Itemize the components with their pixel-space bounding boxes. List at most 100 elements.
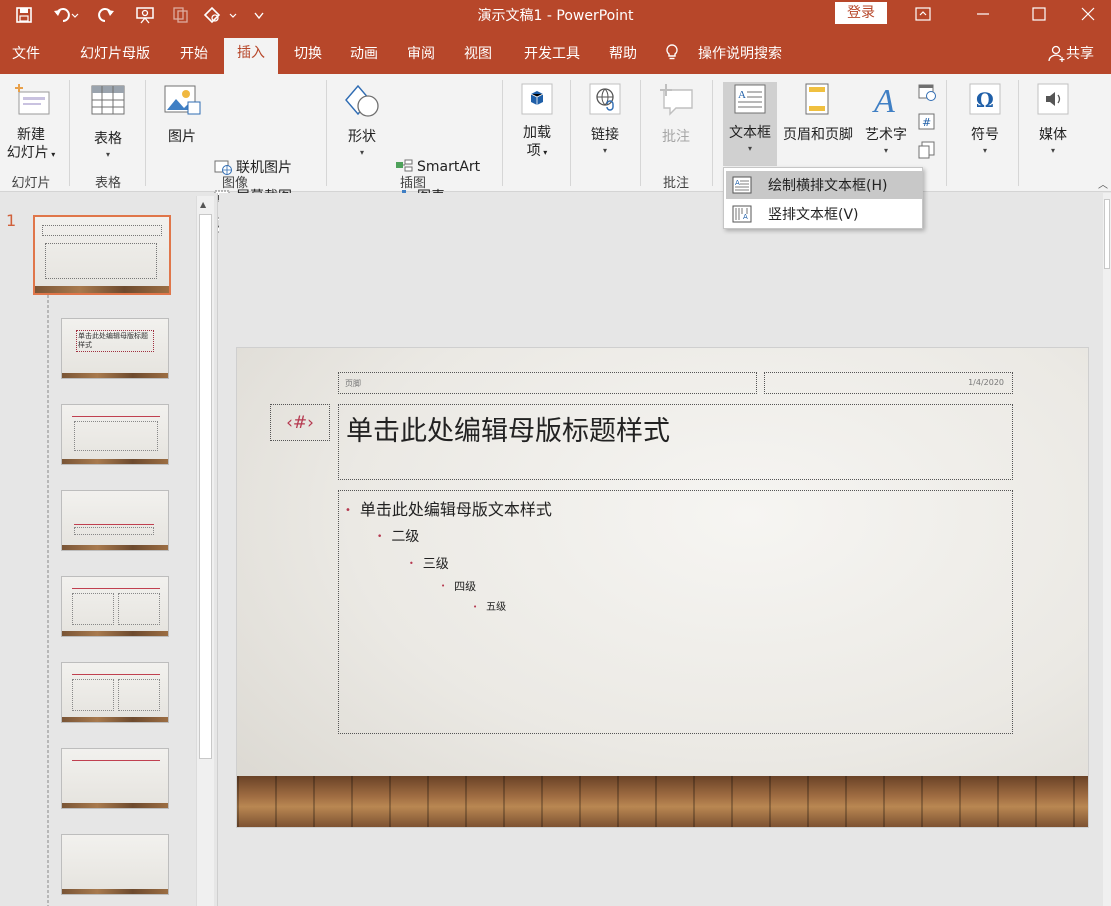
close-icon[interactable] [1065, 0, 1111, 28]
wordart-dropdown-caret: ▾ [883, 146, 888, 155]
bullet-icon: • [377, 532, 383, 542]
editor-scrollbar[interactable] [1103, 193, 1111, 906]
date-time-button[interactable] [916, 82, 938, 106]
tab-view[interactable]: 视图 [452, 40, 504, 74]
master-slide-thumbnail[interactable] [33, 215, 171, 295]
tab-file[interactable]: 文件 [2, 40, 50, 74]
layout-thumbnail[interactable]: 单击此处编辑母版标题样式 [61, 318, 169, 379]
master-layout-connector [47, 295, 49, 906]
thumb-title-line [72, 670, 160, 675]
person-add-icon [1048, 45, 1065, 62]
group-separator [1018, 80, 1019, 186]
title-placeholder[interactable]: 单击此处编辑母版标题样式 [338, 404, 1013, 480]
media-dropdown-caret: ▾ [1050, 146, 1055, 155]
thumb-floor [62, 630, 168, 636]
wordart-icon: A [872, 83, 895, 118]
thumbnail-scrollbar[interactable]: ▲ [196, 196, 214, 906]
thumb-floor [62, 888, 168, 894]
layout-thumbnail[interactable] [61, 662, 169, 723]
slide-number-placeholder[interactable]: ‹#› [270, 404, 330, 441]
maximize-icon[interactable] [1016, 0, 1062, 28]
shapes-icon [345, 84, 379, 117]
new-slide-button[interactable]: 新建 幻灯片 ▾ [0, 80, 62, 164]
wood-floor-background [237, 776, 1088, 827]
slide-master-canvas[interactable]: 页脚 1/4/2020 ‹#› 单击此处编辑母版标题样式 • 单击此处编辑母版文本… [236, 347, 1089, 828]
thumb-floor [35, 286, 169, 293]
scroll-up-icon[interactable]: ▲ [200, 200, 206, 209]
collapse-ribbon-icon[interactable]: ︿ [1098, 176, 1108, 191]
tab-insert[interactable]: 插入 [224, 38, 278, 74]
addins-icon [521, 83, 553, 115]
media-label: 媒体 [1039, 127, 1067, 143]
bullet-icon: • [441, 582, 446, 590]
layout-thumbnail[interactable] [61, 748, 169, 809]
addins-button[interactable]: 加载 项 ▾ [510, 82, 564, 162]
header-footer-icon [805, 83, 829, 115]
group-separator [502, 80, 503, 186]
shape-fill-icon[interactable] [200, 4, 240, 26]
thumb-title-line [72, 584, 160, 589]
link-button[interactable]: 链接 ▾ [578, 82, 632, 155]
tab-developer[interactable]: 开发工具 [510, 40, 594, 74]
ribbon-tab-bar: 文件 幻灯片母版 开始 插入 切换 动画 审阅 视图 开发工具 帮助 操作说明搜… [0, 32, 1111, 74]
tell-me-search[interactable]: 操作说明搜索 [664, 40, 804, 74]
slide-number-field: ‹#› [286, 413, 314, 433]
body-level-5: • 五级 [473, 602, 507, 613]
editor-scrollbar-thumb[interactable] [1104, 199, 1110, 269]
save-icon[interactable] [12, 4, 36, 26]
tab-review[interactable]: 审阅 [395, 40, 447, 74]
bullet-icon: • [409, 559, 414, 568]
table-dropdown-caret: ▾ [105, 150, 110, 159]
vertical-textbox-label: 竖排文本框(V) [768, 207, 859, 223]
table-button[interactable]: 表格 ▾ [78, 82, 138, 159]
minimize-icon[interactable] [960, 0, 1006, 28]
present-icon[interactable] [132, 4, 158, 26]
layout-thumbnail[interactable] [61, 576, 169, 637]
vertical-textbox-item[interactable]: A 竖排文本框(V) [726, 200, 922, 228]
comment-button[interactable]: 批注 [648, 82, 704, 146]
header-footer-button[interactable]: 页眉和页脚 [780, 82, 856, 144]
hash-icon: # [918, 113, 935, 130]
svg-text:Ω: Ω [976, 88, 994, 112]
wordart-button[interactable]: A 艺术字 ▾ [860, 82, 912, 155]
redo-icon[interactable] [94, 4, 118, 26]
tab-help[interactable]: 帮助 [598, 40, 648, 74]
ribbon-insert: 新建 幻灯片 ▾ 幻灯片 表格 ▾ 表格 图片 联机图片 屏幕截图▾ 相册▾ 图… [0, 74, 1111, 234]
pictures-button[interactable]: 图片 [158, 82, 206, 146]
group-label-comments: 批注 [662, 176, 689, 191]
symbols-button[interactable]: Ω 符号 ▾ [958, 82, 1012, 155]
group-separator [326, 80, 327, 186]
tab-animations[interactable]: 动画 [338, 40, 390, 74]
copy-format-icon[interactable] [168, 4, 192, 26]
omega-icon: Ω [969, 83, 1001, 115]
login-button[interactable]: 登录 [835, 2, 887, 24]
tab-transitions[interactable]: 切换 [282, 40, 334, 74]
media-button[interactable]: 媒体 ▾ [1026, 82, 1080, 155]
tab-home[interactable]: 开始 [168, 40, 220, 74]
horizontal-textbox-icon: A [732, 176, 752, 194]
title-bar: 演示文稿1 - PowerPoint 登录 [0, 0, 1111, 32]
date-placeholder[interactable]: 1/4/2020 [764, 372, 1013, 394]
layout-thumbnail[interactable] [61, 490, 169, 551]
layout-thumbnail[interactable] [61, 404, 169, 465]
customize-quick-access-icon[interactable] [250, 4, 268, 26]
body-level-1: • 单击此处编辑母版文本样式 [345, 500, 552, 519]
footer-placeholder[interactable]: 页脚 [338, 372, 757, 394]
thumb-title-placeholder [42, 225, 162, 236]
object-button[interactable] [916, 140, 938, 164]
svg-text:A: A [872, 83, 895, 118]
tab-slide-master[interactable]: 幻灯片母版 [66, 40, 164, 74]
shapes-button[interactable]: 形状 ▾ [336, 82, 388, 157]
share-button[interactable]: 共享 [1040, 40, 1102, 74]
textbox-button[interactable]: A 文本框 ▾ [723, 82, 777, 166]
layout-thumbnail[interactable] [61, 834, 169, 895]
body-placeholder[interactable]: • 单击此处编辑母版文本样式 • 二级 • 三级 • 四级 • 五级 [338, 490, 1013, 734]
addins-label-2: 项 ▾ [526, 143, 548, 159]
slide-number-button[interactable]: # [916, 112, 938, 136]
group-label-tables: 表格 [94, 176, 121, 191]
draw-horizontal-textbox-item[interactable]: A 绘制横排文本框(H) [726, 171, 922, 199]
undo-icon[interactable] [50, 4, 82, 26]
ribbon-display-options-icon[interactable] [900, 0, 946, 28]
scrollbar-thumb[interactable] [199, 214, 212, 759]
textbox-dropdown-caret: ▾ [747, 144, 752, 153]
